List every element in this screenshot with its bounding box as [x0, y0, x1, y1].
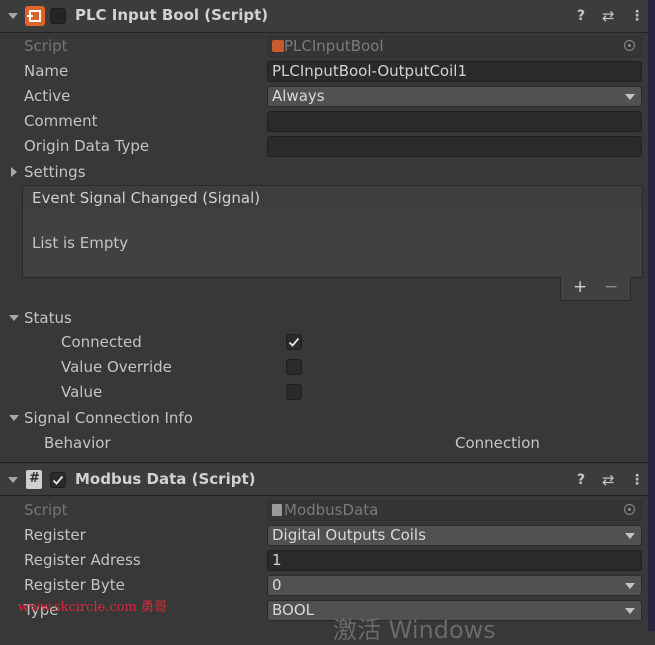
- site-watermark: www.skcircle.com 勇哥: [18, 600, 168, 615]
- modbus-component-title: Modbus Data (Script): [75, 470, 256, 488]
- window-edge: [648, 0, 655, 631]
- plc-script-icon: [25, 6, 45, 26]
- connected-label: Connected: [61, 333, 142, 351]
- dropdown-arrow-icon: [625, 583, 635, 589]
- plc-component-header[interactable]: PLC Input Bool (Script) ? ⇄ ⋮: [0, 0, 648, 33]
- behavior-column-label: Behavior: [44, 434, 111, 452]
- status-label[interactable]: Status: [24, 309, 72, 327]
- modbus-script-label: Script: [24, 501, 68, 519]
- remove-element-button[interactable]: −: [604, 277, 618, 297]
- modbus-foldout-arrow[interactable]: [8, 477, 18, 483]
- dropdown-arrow-icon: [625, 608, 635, 614]
- checkmark-icon: [52, 475, 64, 485]
- register-value: Digital Outputs Coils: [272, 526, 426, 544]
- active-dropdown[interactable]: Always: [267, 86, 642, 107]
- checkmark-icon: [288, 337, 300, 347]
- script-value: PLCInputBool: [284, 37, 384, 55]
- windows-activation-watermark: 激活 Windows: [333, 616, 496, 644]
- connection-column-label: Connection: [455, 434, 540, 452]
- register-label: Register: [24, 526, 86, 544]
- value-label: Value: [61, 383, 103, 401]
- value-checkbox[interactable]: [286, 384, 302, 400]
- script-label: Script: [24, 37, 68, 55]
- csharp-script-icon: #: [26, 470, 42, 489]
- settings-label[interactable]: Settings: [24, 163, 86, 181]
- csharp-small-icon: [272, 504, 282, 516]
- signal-connection-info-label[interactable]: Signal Connection Info: [24, 409, 193, 427]
- connected-checkbox[interactable]: [286, 334, 302, 350]
- register-adress-input[interactable]: 1: [267, 550, 642, 571]
- kebab-menu-icon[interactable]: ⋮: [630, 8, 644, 24]
- dropdown-arrow-icon: [625, 533, 635, 539]
- plc-foldout-arrow[interactable]: [8, 13, 18, 19]
- event-list-title: Event Signal Changed (Signal): [32, 189, 261, 207]
- help-icon[interactable]: ?: [577, 472, 585, 488]
- modbus-component-header[interactable]: # Modbus Data (Script) ? ⇄ ⋮: [0, 464, 648, 496]
- name-input[interactable]: PLCInputBool-OutputCoil1: [267, 61, 642, 82]
- register-byte-dropdown[interactable]: 0: [267, 575, 642, 596]
- active-value: Always: [272, 87, 325, 105]
- plc-script-small-icon: [272, 40, 284, 52]
- event-list-empty-text: List is Empty: [32, 234, 129, 252]
- register-dropdown[interactable]: Digital Outputs Coils: [267, 525, 642, 546]
- status-foldout-icon[interactable]: [9, 315, 19, 321]
- active-label: Active: [24, 87, 71, 105]
- object-picker-icon[interactable]: [624, 40, 635, 51]
- presets-icon[interactable]: ⇄: [602, 7, 615, 25]
- modbus-script-value: ModbusData: [284, 501, 379, 519]
- dropdown-arrow-icon: [625, 94, 635, 100]
- modbus-script-field[interactable]: ModbusData: [267, 500, 642, 521]
- plc-component-title: PLC Input Bool (Script): [75, 6, 269, 24]
- value-override-label: Value Override: [61, 358, 172, 376]
- register-byte-label: Register Byte: [24, 576, 125, 594]
- kebab-menu-icon[interactable]: ⋮: [630, 472, 644, 488]
- presets-icon[interactable]: ⇄: [602, 471, 615, 489]
- comment-label: Comment: [24, 112, 98, 130]
- origin-data-type-input[interactable]: [267, 136, 642, 157]
- type-value: BOOL: [272, 601, 314, 619]
- register-adress-label: Register Adress: [24, 551, 141, 569]
- settings-foldout-icon[interactable]: [11, 167, 17, 177]
- signal-info-foldout-icon[interactable]: [9, 415, 19, 421]
- component-divider: [0, 462, 648, 463]
- origin-data-type-label: Origin Data Type: [24, 137, 150, 155]
- value-override-checkbox[interactable]: [286, 359, 302, 375]
- object-picker-icon[interactable]: [624, 504, 635, 515]
- event-list-header: Event Signal Changed (Signal): [22, 185, 643, 210]
- script-field[interactable]: PLCInputBool: [267, 36, 642, 57]
- event-list-body: List is Empty: [22, 209, 643, 278]
- comment-input[interactable]: [267, 111, 642, 132]
- modbus-enable-checkbox[interactable]: [50, 472, 66, 488]
- add-element-button[interactable]: +: [573, 277, 587, 297]
- event-list-footer: + −: [560, 277, 631, 301]
- register-byte-value: 0: [272, 576, 282, 594]
- help-icon[interactable]: ?: [577, 8, 585, 24]
- plc-enable-checkbox[interactable]: [50, 8, 66, 24]
- name-label: Name: [24, 62, 69, 80]
